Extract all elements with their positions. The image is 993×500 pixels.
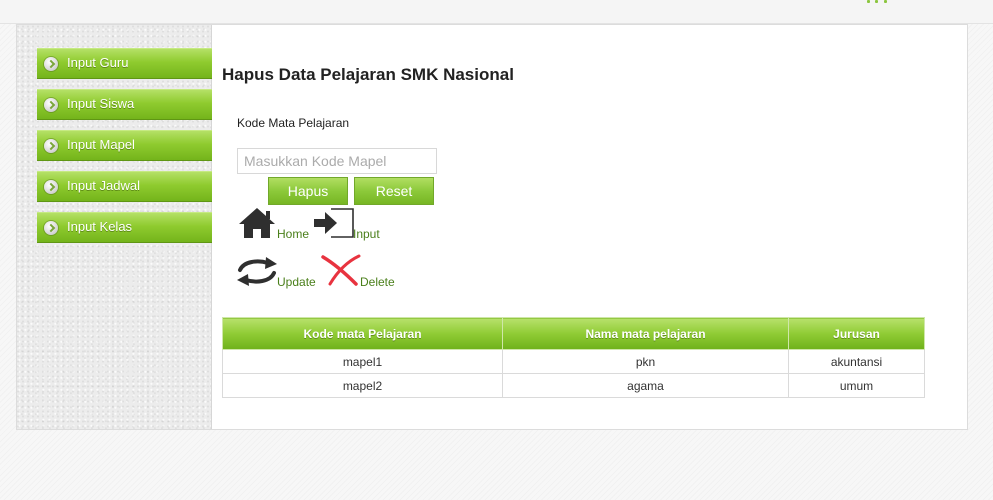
mapel-table: Kode mata Pelajaran Nama mata pelajaran … bbox=[222, 317, 925, 398]
page-title: Hapus Data Pelajaran SMK Nasional bbox=[222, 65, 514, 84]
chevron-right-circle-icon bbox=[44, 98, 58, 112]
input-link[interactable]: Input bbox=[353, 227, 380, 241]
chevron-right-circle-icon bbox=[44, 180, 58, 194]
sidebar-item-label: Input Siswa bbox=[67, 96, 135, 111]
column-header-nama: Nama mata pelajaran bbox=[502, 317, 789, 350]
chevron-right-circle-icon bbox=[44, 221, 58, 235]
exchange-arrows-icon[interactable] bbox=[236, 256, 278, 288]
home-icon[interactable] bbox=[237, 207, 277, 239]
table-cell-kode: mapel1 bbox=[222, 349, 503, 374]
chevron-right-circle-icon bbox=[44, 139, 58, 153]
home-link[interactable]: Home bbox=[277, 227, 309, 241]
sidebar-item-label: Input Kelas bbox=[67, 219, 133, 234]
kode-mapel-label: Kode Mata Pelajaran bbox=[237, 116, 350, 130]
delete-link[interactable]: Delete bbox=[360, 275, 395, 289]
sidebar-item-label: Input Jadwal bbox=[67, 178, 140, 193]
table-row: mapel2 agama umum bbox=[222, 373, 925, 398]
reset-button[interactable]: Reset bbox=[354, 177, 434, 205]
chevron-right-circle-icon bbox=[44, 57, 58, 71]
table-header-row: Kode mata Pelajaran Nama mata pelajaran … bbox=[222, 317, 925, 350]
red-x-icon[interactable] bbox=[320, 254, 362, 286]
sidebar: Input Guru Input Siswa Input Mapel Input… bbox=[17, 25, 212, 429]
sign-in-icon[interactable] bbox=[313, 207, 357, 239]
sidebar-item-input-guru[interactable]: Input Guru bbox=[37, 48, 212, 79]
update-link[interactable]: Update bbox=[277, 275, 316, 289]
table-cell-jurusan: umum bbox=[788, 373, 925, 398]
table-cell-nama: pkn bbox=[502, 349, 789, 374]
sidebar-item-label: Input Guru bbox=[67, 55, 129, 70]
hapus-button[interactable]: Hapus bbox=[268, 177, 348, 205]
sidebar-item-label: Input Mapel bbox=[67, 137, 135, 152]
top-bar-link-fragment[interactable] bbox=[867, 0, 893, 3]
sidebar-item-input-siswa[interactable]: Input Siswa bbox=[37, 89, 212, 120]
column-header-jurusan: Jurusan bbox=[788, 317, 925, 350]
sidebar-item-input-kelas[interactable]: Input Kelas bbox=[37, 212, 212, 243]
table-cell-kode: mapel2 bbox=[222, 373, 503, 398]
column-header-kode: Kode mata Pelajaran bbox=[222, 317, 503, 350]
sidebar-item-input-mapel[interactable]: Input Mapel bbox=[37, 130, 212, 161]
top-bar bbox=[0, 0, 993, 24]
table-row: mapel1 pkn akuntansi bbox=[222, 349, 925, 374]
table-cell-jurusan: akuntansi bbox=[788, 349, 925, 374]
kode-mapel-input[interactable] bbox=[237, 148, 437, 174]
sidebar-item-input-jadwal[interactable]: Input Jadwal bbox=[37, 171, 212, 202]
table-cell-nama: agama bbox=[502, 373, 789, 398]
